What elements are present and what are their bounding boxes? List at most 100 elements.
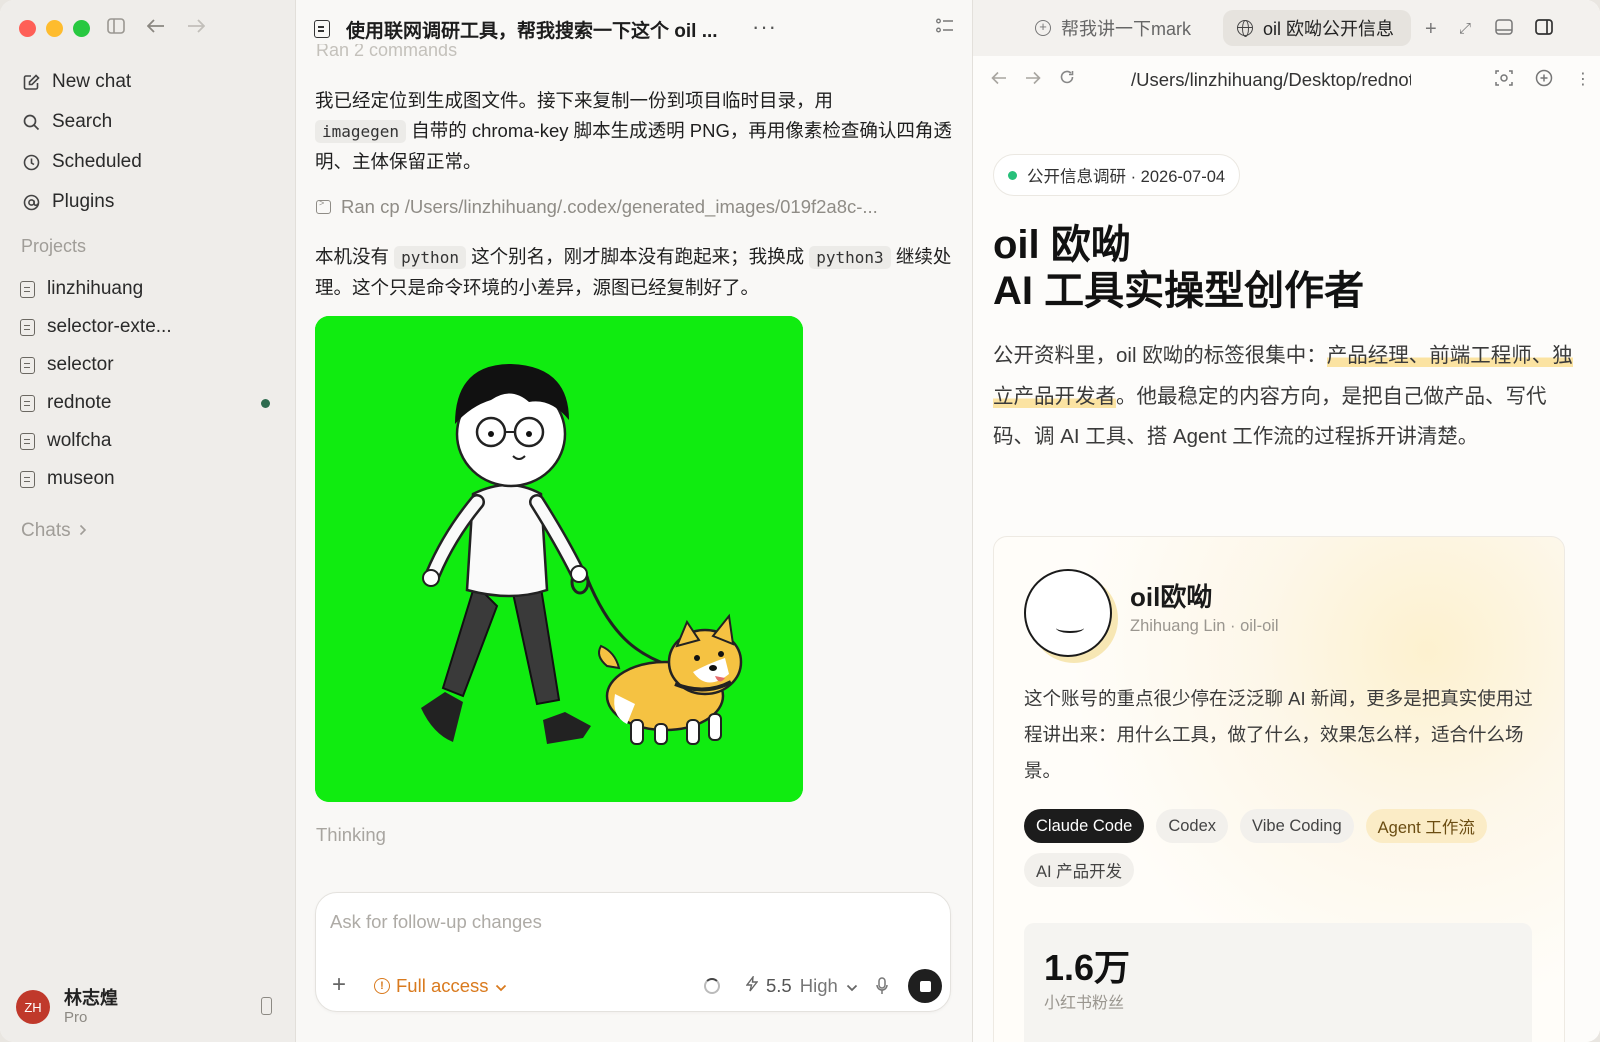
browser-panel-icon[interactable] [1495, 18, 1535, 41]
projects-list: linzhihuang selector-exte... selector re… [20, 270, 280, 498]
command-run-row[interactable]: Ran cp /Users/linzhihuang/.codex/generat… [316, 196, 956, 218]
scheduled-button[interactable]: Scheduled [20, 142, 280, 182]
command-text: Ran cp /Users/linzhihuang/.codex/generat… [341, 196, 878, 217]
nav-label: Scheduled [52, 151, 142, 172]
window-controls [19, 20, 90, 37]
plugins-button[interactable]: Plugins [20, 182, 280, 222]
tag: Agent 工作流 [1365, 809, 1487, 843]
assistant-message: 本机没有 python 这个别名，刚才脚本没有跑起来；我换成 python3 继… [315, 242, 957, 303]
back-arrow-icon[interactable] [991, 68, 1007, 91]
terminal-icon [316, 198, 331, 214]
stop-icon [919, 980, 931, 992]
project-item-rednote[interactable]: rednote [20, 384, 280, 422]
intro-paragraph: 公开资料里，oil 欧呦的标签很集中：产品经理、前端工程师、独立产品开发者。他最… [993, 336, 1573, 458]
close-window-button[interactable] [19, 20, 36, 37]
chats-section-toggle[interactable]: Chats [21, 520, 87, 542]
follow-up-input[interactable]: Ask for follow-up changes [330, 911, 542, 933]
at-icon [22, 193, 40, 211]
access-mode-dropdown[interactable]: ! Full access [374, 975, 507, 997]
more-options-button[interactable]: ··· [752, 14, 777, 40]
warning-icon: ! [374, 978, 390, 994]
search-button[interactable]: Search [20, 102, 280, 142]
reload-icon[interactable] [1059, 68, 1075, 91]
forward-arrow-icon[interactable] [186, 16, 206, 36]
page-title: oil 欧呦 AI 工具实操型创作者 [993, 222, 1364, 314]
avatar [1024, 569, 1112, 657]
user-name: 林志煌 [64, 988, 118, 1008]
sidebar-right-icon[interactable] [1535, 18, 1565, 41]
follower-stat-card: 1.6万 小红书粉丝 [1024, 923, 1532, 1042]
chat-pane: Ran 2 commands 使用联网调研工具，帮我搜索一下这个 oil ...… [296, 0, 972, 1042]
phone-icon[interactable] [261, 997, 272, 1015]
microphone-icon[interactable] [876, 977, 888, 995]
screenshot-icon[interactable] [1495, 69, 1513, 92]
chat-title: 使用联网调研工具，帮我搜索一下这个 oil ... [346, 20, 718, 42]
tag-list: Claude Code Codex Vibe Coding Agent 工作流 … [1024, 809, 1544, 887]
tag: Codex [1156, 809, 1229, 843]
url-field[interactable]: /Users/linzhihuang/Desktop/rednote [1131, 69, 1411, 91]
address-bar: /Users/linzhihuang/Desktop/rednote ⋮ [973, 56, 1600, 106]
minimize-window-button[interactable] [46, 20, 63, 37]
notebook-icon [20, 318, 35, 336]
user-plan: Pro [64, 1009, 88, 1026]
inline-code: python [394, 246, 466, 269]
zoom-window-button[interactable] [73, 20, 90, 37]
chat-header: 使用联网调研工具，帮我搜索一下这个 oil ... [296, 0, 972, 58]
sidebar-toggle-icon[interactable] [106, 16, 126, 36]
sidebar-toolbar [106, 16, 206, 36]
project-item-museon[interactable]: museon [20, 460, 280, 498]
stop-generation-button[interactable] [908, 969, 942, 1003]
research-chip: 公开信息调研 · 2026-07-04 [993, 154, 1241, 196]
thread-icon [314, 20, 330, 38]
boy-walking-corgi-illustration [315, 316, 803, 802]
clock-icon [22, 153, 40, 171]
attach-plus-icon[interactable]: + [332, 971, 346, 999]
project-item-wolfcha[interactable]: wolfcha [20, 422, 280, 460]
tag: Claude Code [1024, 809, 1145, 843]
user-profile[interactable]: ZH 林志煌 Pro [16, 982, 280, 1032]
composer: Ask for follow-up changes + ! Full acces… [315, 892, 951, 1012]
project-item-selector-extension[interactable]: selector-exte... [20, 308, 280, 346]
browser-pane: + 帮我讲一下mark oil 欧呦公开信息 + ⤢ /Users/linzhi… [972, 0, 1600, 1042]
new-chat-button[interactable]: New chat [20, 62, 280, 102]
add-to-chat-icon[interactable] [1535, 69, 1553, 92]
expand-icon[interactable]: ⤢ [1459, 18, 1495, 41]
generated-image[interactable] [315, 316, 803, 802]
thinking-status: Thinking [316, 824, 386, 845]
project-label: museon [47, 468, 115, 489]
message-text: 自带的 chroma-key 脚本生成透明 PNG，再用像素检查确认四角透明、主… [315, 120, 952, 172]
overflow-menu-icon[interactable]: ⋮ [1575, 69, 1591, 92]
profile-name: oil欧呦 [1130, 582, 1213, 612]
forward-arrow-icon[interactable] [1025, 68, 1041, 91]
sidebar-nav: New chat Search Scheduled Plugins [20, 62, 280, 222]
browser-tab-active[interactable]: oil 欧呦公开信息 [1223, 10, 1411, 46]
access-label: Full access [396, 975, 489, 996]
project-item-selector[interactable]: selector [20, 346, 280, 384]
intro-text: 公开资料里，oil 欧呦的标签很集中： [993, 344, 1327, 367]
effort-level: High [799, 975, 838, 996]
app-window: New chat Search Scheduled Plugins Projec… [0, 0, 1600, 1042]
tag: AI 产品开发 [1024, 853, 1135, 887]
browser-tab[interactable]: + 帮我讲一下mark [1021, 10, 1199, 46]
back-arrow-icon[interactable] [146, 16, 166, 36]
assistant-message: 我已经定位到生成图文件。接下来复制一份到项目临时目录，用 imagegen 自带… [315, 86, 957, 177]
new-chat-tab-icon: + [1035, 20, 1051, 36]
project-label: linzhihuang [47, 278, 144, 299]
chevron-down-icon [495, 975, 507, 997]
search-icon [22, 113, 40, 131]
globe-icon [1237, 20, 1253, 37]
task-list-icon[interactable] [936, 18, 954, 34]
inline-code: python3 [809, 246, 891, 269]
chats-heading: Chats [21, 520, 71, 541]
project-label: wolfcha [47, 430, 112, 451]
model-selector[interactable]: 5.5 High [704, 974, 858, 997]
message-text: 本机没有 [315, 246, 390, 267]
chip-label: 公开信息调研 · 2026-07-04 [1027, 168, 1226, 186]
compose-icon [22, 73, 40, 91]
chevron-right-icon [79, 520, 87, 542]
browser-nav [991, 68, 1075, 91]
new-tab-plus-icon[interactable]: + [1425, 18, 1459, 41]
profile-card: oil欧呦 Zhihuang Lin · oil-oil 这个账号的重点很少停在… [993, 536, 1565, 1042]
notebook-icon [20, 470, 35, 488]
project-item-linzhihuang[interactable]: linzhihuang [20, 270, 280, 308]
